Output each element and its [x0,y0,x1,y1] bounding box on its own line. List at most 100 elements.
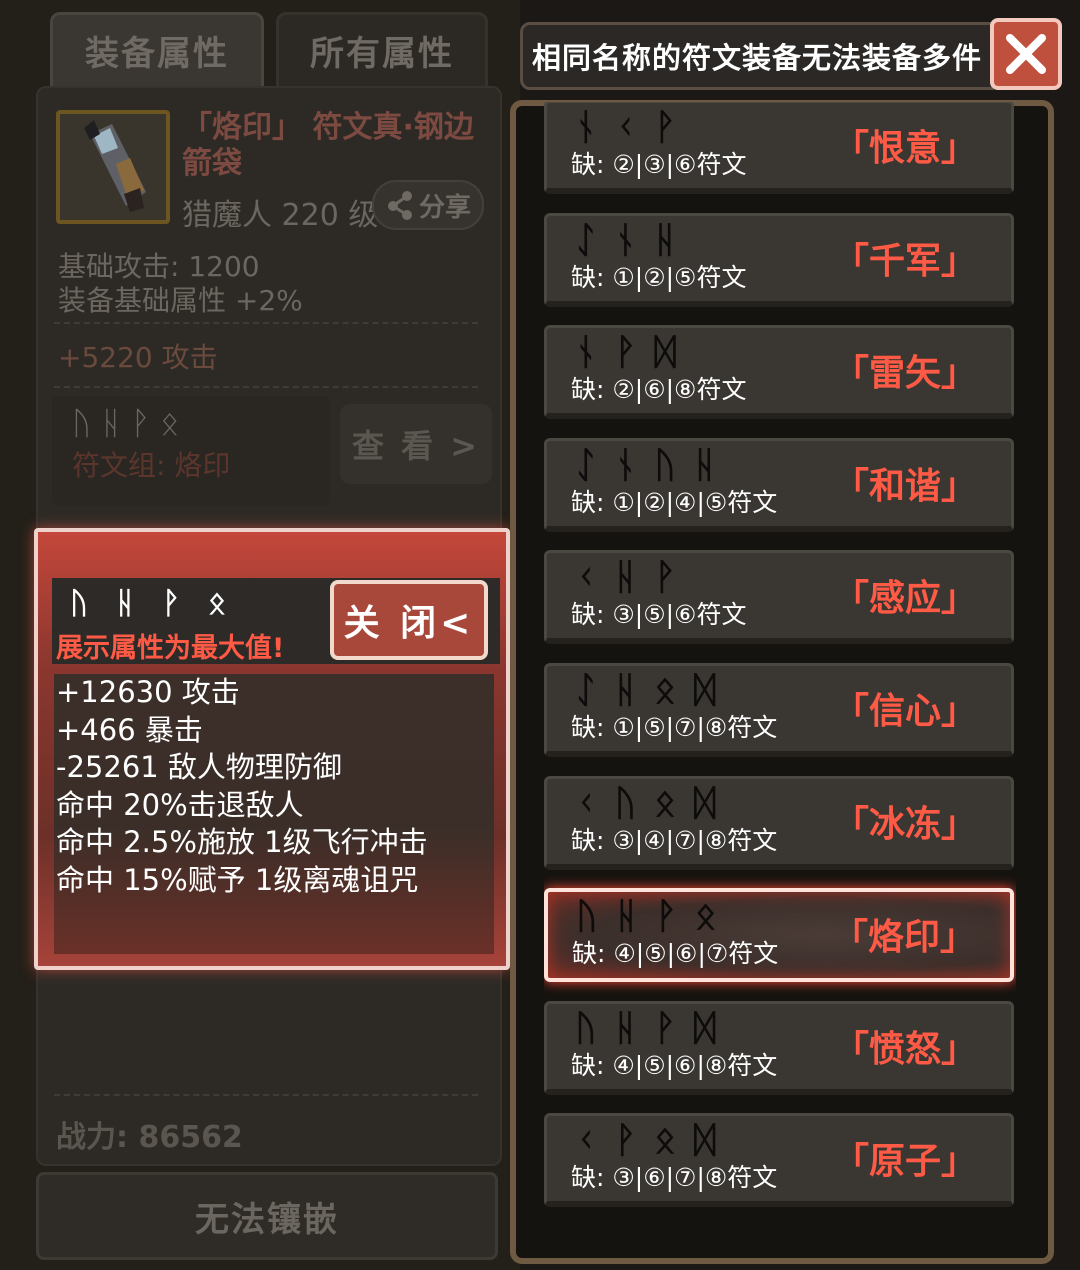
share-button[interactable]: 分享 [372,180,484,230]
tab-all-attributes[interactable]: 所有属性 [276,12,488,86]
rune-set-row[interactable]: ᚢ ᚺ ᚹ ᛞ 缺: ④|⑤|⑥|⑧符文 「愤怒」 [544,1000,1014,1095]
notice-banner: 相同名称的符文装备无法装备多件 [520,22,994,90]
bonus-attack: +5220 攻击 [58,341,218,374]
rune-glyph: ᚾ [614,219,637,261]
rune-glyph: ᚲ [575,782,597,824]
rune-glyph: ᚺ [615,896,638,938]
rune-glyph: ᚾ [614,444,637,486]
close-button[interactable] [990,18,1062,90]
view-button[interactable]: 查 看 > [340,404,492,484]
popup-stat-line: 命中 20%击退敌人 [56,787,304,822]
rune-set-name: 「信心」 [832,691,977,732]
popup-stat-line: +12630 攻击 [56,675,240,709]
divider [54,386,478,388]
rune-glyph: ᚹ [614,332,637,374]
rune-glyph: ᚲ [575,557,597,599]
rune-set-missing: 缺: ④|⑤|⑥|⑧符文 [571,1050,778,1080]
rune-set-runes: ᛇᚺᛟᛞ [575,670,715,711]
rune-glyph: ᛞ [693,1007,716,1049]
rune-set-name: 「雷矢」 [832,353,977,395]
rune-set-runes: ᚾᚲᚹ [575,107,676,148]
base-bonus: 装备基础属性 +2% [58,284,303,317]
rune-set-runes: ᚲᚢᛟᛞ [575,783,715,824]
rune-glyph: ᛇ [575,670,597,711]
share-label: 分享 [418,192,471,223]
rune-glyph: ᛇ [575,444,597,486]
rune-glyph: ᚢ [575,1007,597,1049]
rune-glyph: ᚲ [575,1120,597,1162]
rune-glyph: ᛟ [208,586,226,621]
quiver-icon [60,114,166,220]
rune-glyph: ᚾ [575,332,597,374]
popup-stats: +12630 攻击 +466 暴击 -25261 敌人物理防御 命中 20%击退… [56,674,428,899]
popup-stat-line: +466 暴击 [56,712,203,747]
rune-set-label: 符文组: 烙印 [72,449,231,482]
rune-set-runes: ᚲᚹᛟᛞ [575,1120,715,1161]
rune-set-name: 「恨意」 [832,128,977,169]
rune-set-runes: ᚢᚺᚹᛟ [576,896,716,937]
rune-glyph: ᚺ [116,586,134,621]
rune-set-name: 「感应」 [832,578,977,620]
rune-set-row[interactable]: ᛇ ᚾ ᚺ 缺: ①|②|⑤符文 「千军」 [544,212,1014,307]
rune-glyph: ᛞ [693,670,716,711]
rune-set-missing: 缺: ②|⑥|⑧符文 [571,375,747,405]
rune-glyph: ᛟ [694,896,717,938]
rune-glyph: ᚢ [576,896,598,938]
rune-set-name: 「愤怒」 [832,1028,977,1070]
popup-close-button[interactable]: 关 闭< [330,580,488,660]
base-attack: 基础攻击: 1200 [58,250,260,283]
rune-glyph: ᚺ [614,670,637,711]
rune-set-row[interactable]: ᚲ ᚺ ᚹ 缺: ③|⑤|⑥符文 「感应」 [544,550,1014,645]
rune-glyph: ᚺ [693,444,716,486]
rune-set-missing: 缺: ②|③|⑥符文 [571,150,747,179]
rune-set-runes: ᚲᚺᚹ [575,557,676,598]
rune-glyph: ᚾ [575,107,597,148]
item-name: 「烙印」 符文真·钢边箭袋 [182,110,474,181]
rune-set-list[interactable]: ᚾ ᚲ ᚹ 缺: ②|③|⑥符文 「恨意」 ᛇ ᚾ ᚺ 缺: ①|②|⑤符文 「千军」 ᚾ ᚹ ᛞ 缺: … [544,102,1016,1228]
rune-set-name: 「千军」 [832,240,977,282]
rune-set-name: 「烙印」 [831,917,976,959]
close-icon [1006,34,1046,74]
rune-glyph: ᚢ [614,782,637,824]
rune-glyph: ᚹ [654,557,676,599]
rune-glyph: ᚢ [654,444,676,486]
rune-set-row[interactable]: ᛇ ᚺ ᛟ ᛞ 缺: ①|⑤|⑦|⑧符文 「信心」 [544,663,1014,757]
rune-set-missing: 缺: ③|⑥|⑦|⑧符文 [571,1163,778,1193]
rune-set-name: 「原子」 [832,1141,977,1183]
popup-runes: ᚢ ᚺ ᚹ ᛟ [70,586,226,621]
inlay-button[interactable]: 无法镶嵌 [36,1172,498,1260]
rune-set-missing: 缺: ③|⑤|⑥符文 [571,600,747,630]
rune-set-row[interactable]: ᚾ ᚲ ᚹ 缺: ②|③|⑥符文 「恨意」 [544,102,1014,194]
item-runes: ᚢ ᚺ ᚹ ᛟ [72,404,180,442]
rune-glyph: ᚹ [654,107,676,148]
popup-note: 展示属性为最大值! [56,633,285,664]
rune-glyph: ᛟ [654,1120,676,1162]
divider [54,322,478,324]
rune-set-missing: 缺: ①|②|④|⑤符文 [571,487,778,517]
rune-glyph: ᚹ [162,586,180,621]
base-stats: 基础攻击: 1200 装备基础属性 +2% [58,250,303,318]
rune-glyph: ᚺ [614,557,637,599]
item-icon-frame [56,110,170,224]
rune-glyph: ᚹ [655,896,677,938]
rune-set-runes: ᛇᚾᚢᚺ [575,445,715,486]
popup-stat-line: 命中 15%赋予 1级离魂诅咒 [56,862,419,897]
rune-glyph: ᛟ [654,782,676,824]
rune-glyph: ᛟ [654,670,676,711]
rune-set-missing: 缺: ①|②|⑤符文 [571,262,747,292]
rune-set-row[interactable]: ᚾ ᚹ ᛞ 缺: ②|⑥|⑧符文 「雷矢」 [544,325,1014,420]
rune-set-row[interactable]: ᛇ ᚾ ᚢ ᚺ 缺: ①|②|④|⑤符文 「和谐」 [544,437,1014,532]
rune-set-missing: 缺: ③|④|⑦|⑧符文 [571,825,778,855]
divider [54,1094,478,1096]
rune-glyph: ᛇ [575,219,597,261]
tab-equipment-attributes[interactable]: 装备属性 [50,12,264,86]
rune-glyph: ᚲ [614,107,637,148]
rune-glyph: ᛞ [693,782,716,824]
popup-stat-line: 命中 2.5%施放 1级飞行冲击 [56,825,428,859]
rune-set-runes: ᚢᚺᚹᛞ [575,1008,715,1049]
rune-set-row[interactable]: ᚢ ᚺ ᚹ ᛟ 缺: ④|⑤|⑥|⑦符文 「烙印」 [544,888,1014,983]
rune-set-runes: ᛇᚾᚺ [575,220,676,261]
rune-set-row[interactable]: ᚲ ᚹ ᛟ ᛞ 缺: ③|⑥|⑦|⑧符文 「原子」 [544,1113,1014,1208]
rune-glyph: ᛞ [693,1120,716,1162]
rune-set-row[interactable]: ᚲ ᚢ ᛟ ᛞ 缺: ③|④|⑦|⑧符文 「冰冻」 [544,775,1014,870]
